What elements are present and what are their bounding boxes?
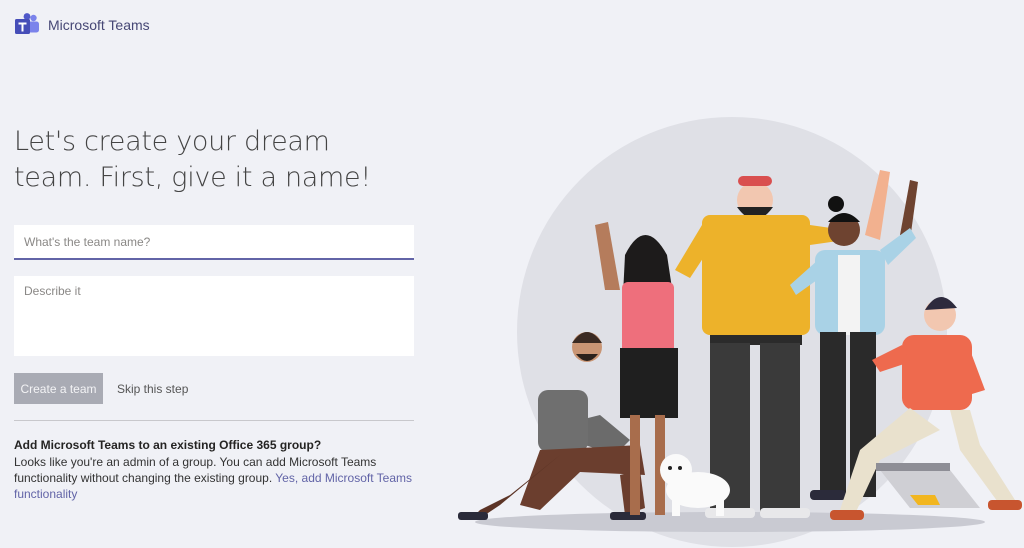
team-name-input[interactable] <box>14 225 414 260</box>
page-title: Let's create your dream team. First, giv… <box>14 126 371 193</box>
pizza-box <box>876 463 980 508</box>
app-brand: Microsoft Teams <box>14 12 150 38</box>
app-name: Microsoft Teams <box>48 17 150 33</box>
existing-group-title: Add Microsoft Teams to an existing Offic… <box>14 438 322 452</box>
team-description-input[interactable] <box>14 276 414 356</box>
skip-step-link[interactable]: Skip this step <box>117 382 188 396</box>
create-team-button[interactable]: Create a team <box>14 373 103 404</box>
divider <box>14 420 414 421</box>
team-illustration <box>458 117 1022 547</box>
teams-logo-icon <box>15 13 39 34</box>
existing-group-text: Looks like you're an admin of a group. Y… <box>14 454 414 502</box>
